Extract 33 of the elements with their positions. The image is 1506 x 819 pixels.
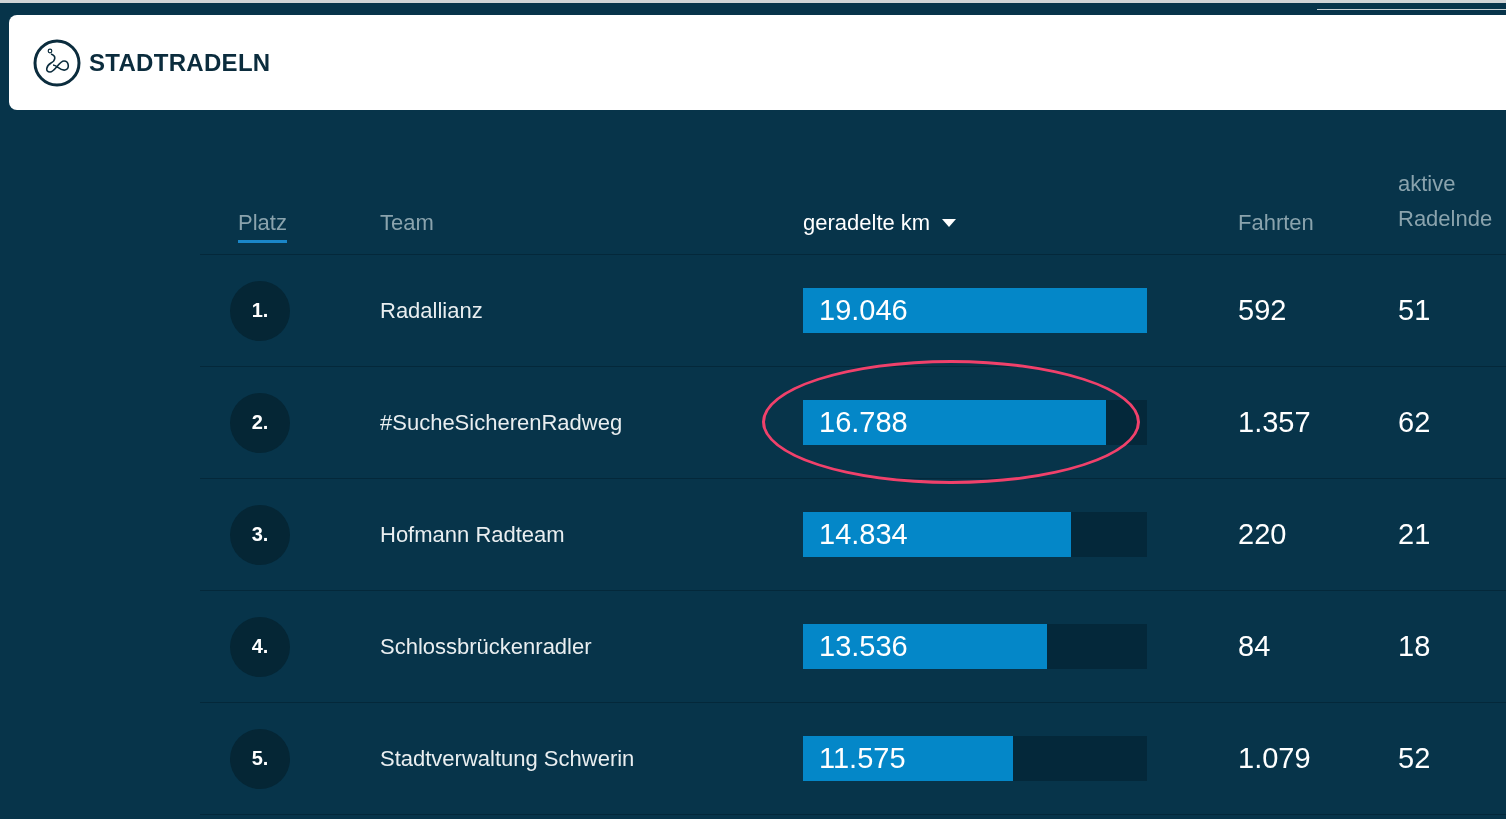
active-riders-count: 52	[1398, 742, 1432, 775]
active-riders-count: 51	[1398, 294, 1432, 327]
rank-badge: 5.	[230, 728, 290, 789]
rank-badge: 3.	[230, 504, 290, 565]
column-header[interactable]: aktive Radelnde	[1398, 166, 1502, 254]
trips-count: 1.079	[1238, 742, 1312, 775]
km-value: 16.788	[819, 405, 908, 440]
active-riders-count: 62	[1398, 406, 1432, 439]
km-value: 13.536	[819, 629, 908, 664]
team-name[interactable]: Hofmann Radteam	[380, 521, 803, 548]
column-header[interactable]: geradelte km	[803, 210, 957, 254]
sort-caret-icon	[942, 219, 957, 227]
km-value: 14.834	[819, 517, 908, 552]
cyclist-logo-icon	[33, 38, 81, 87]
trips-count: 1.357	[1238, 406, 1312, 439]
km-value: 19.046	[819, 293, 908, 328]
trips-count: 592	[1238, 294, 1288, 327]
rank-badge: 2.	[230, 392, 290, 453]
rank-badge: 1.	[230, 280, 290, 341]
team-name[interactable]: #SucheSicherenRadweg	[380, 409, 803, 436]
trips-count: 84	[1238, 630, 1272, 663]
column-header[interactable]: Team	[380, 210, 434, 254]
column-header[interactable]: Platz	[238, 210, 287, 243]
team-name[interactable]: Schlossbrückenradler	[380, 633, 803, 660]
active-riders-count: 18	[1398, 630, 1432, 663]
logo-text[interactable]: STADTRADELN	[89, 48, 271, 77]
team-name[interactable]: Stadtverwaltung Schwerin	[380, 745, 803, 772]
column-header[interactable]: Fahrten	[1238, 210, 1314, 254]
km-value: 11.575	[819, 741, 906, 776]
team-name[interactable]: Radallianz	[380, 297, 803, 324]
active-riders-count: 21	[1398, 518, 1432, 551]
rank-badge: 4.	[230, 616, 290, 677]
trips-count: 220	[1238, 518, 1288, 551]
